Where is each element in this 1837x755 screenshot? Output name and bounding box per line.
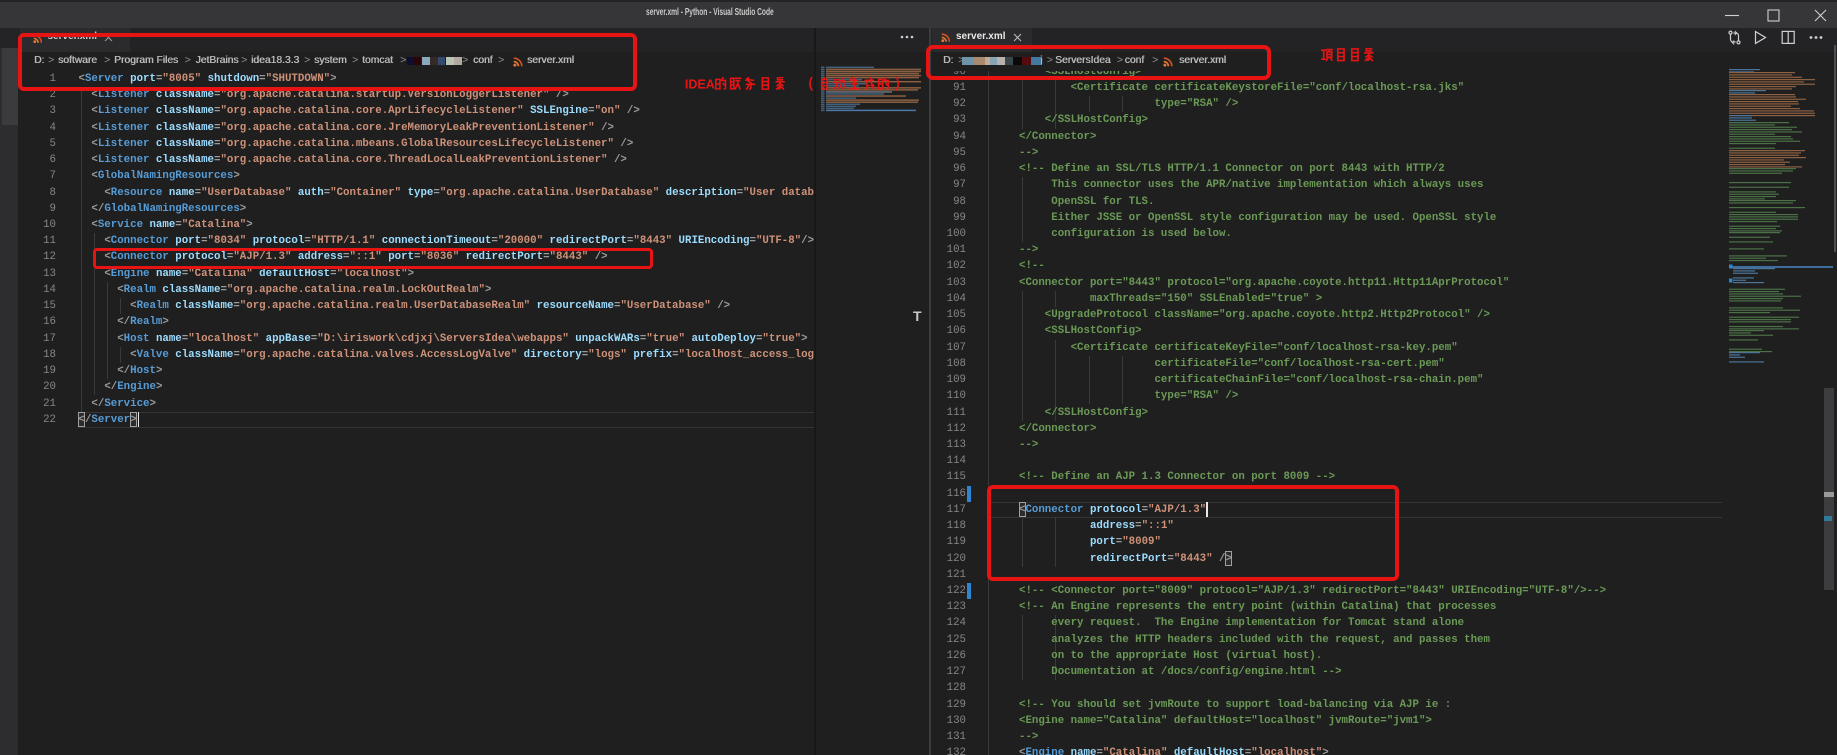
- svg-text:IDEA: IDEA: [685, 77, 715, 92]
